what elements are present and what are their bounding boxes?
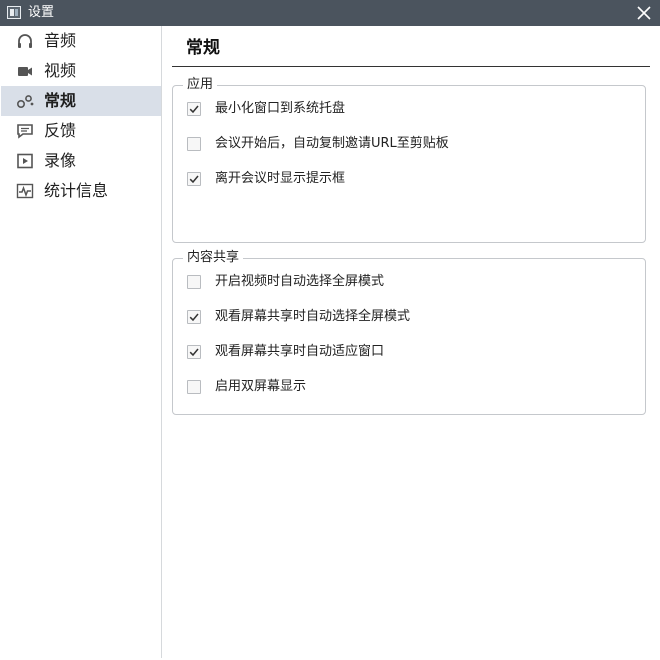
sidebar: 音频 视频 常规 反馈 录像 统计信息 (1, 26, 162, 658)
option-label: 观看屏幕共享时自动选择全屏模式 (215, 309, 411, 324)
sidebar-item-label: 视频 (44, 61, 77, 80)
settings-window: 设置 音频 视频 常规 反馈 录像 统计信息 常规 应用 最小化窗口到系统托盘 … (0, 0, 660, 660)
option-label: 离开会议时显示提示框 (215, 171, 346, 186)
checkbox[interactable] (187, 137, 201, 151)
option-label: 最小化窗口到系统托盘 (215, 101, 346, 116)
checkbox[interactable] (187, 380, 201, 394)
headphones-icon (18, 34, 32, 48)
group-content-sharing: 内容共享 开启视频时自动选择全屏模式 观看屏幕共享时自动选择全屏模式 观看屏幕共… (172, 250, 646, 415)
option-label: 启用双屏幕显示 (215, 379, 307, 394)
close-button[interactable] (634, 3, 654, 23)
title-divider (172, 66, 650, 67)
sidebar-item-label: 统计信息 (44, 181, 109, 200)
sidebar-item-audio[interactable]: 音频 (1, 26, 161, 56)
option-label: 会议开始后，自动复制邀请URL至剪贴板 (215, 136, 449, 151)
play-icon (17, 153, 33, 169)
video-camera-icon (18, 67, 32, 76)
sidebar-item-general[interactable]: 常规 (1, 86, 161, 116)
option-label: 开启视频时自动选择全屏模式 (215, 274, 385, 289)
close-icon (637, 6, 651, 20)
checkmark-icon (189, 175, 199, 184)
checkbox[interactable] (187, 172, 201, 186)
sidebar-item-label: 音频 (44, 31, 77, 50)
checkbox[interactable] (187, 310, 201, 324)
group-legend: 内容共享 (183, 250, 244, 266)
title-bar[interactable]: 设置 (0, 0, 660, 26)
page-title: 常规 (186, 38, 220, 58)
sidebar-item-video[interactable]: 视频 (1, 56, 161, 86)
checkbox[interactable] (187, 102, 201, 116)
sidebar-item-statistics[interactable]: 统计信息 (1, 176, 161, 206)
option-label: 观看屏幕共享时自动适应窗口 (215, 344, 385, 359)
checkbox[interactable] (187, 275, 201, 289)
checkmark-icon (189, 105, 199, 114)
group-application: 应用 最小化窗口到系统托盘 会议开始后，自动复制邀请URL至剪贴板 离开会议时显… (172, 77, 646, 243)
checkmark-icon (189, 313, 199, 322)
sidebar-item-label: 录像 (44, 151, 77, 170)
settings-content: 常规 应用 最小化窗口到系统托盘 会议开始后，自动复制邀请URL至剪贴板 离开会… (162, 26, 658, 658)
sidebar-item-label: 常规 (44, 91, 77, 110)
activity-pulse-icon (16, 183, 34, 199)
sidebar-item-recording[interactable]: 录像 (1, 146, 161, 176)
group-legend: 应用 (183, 77, 218, 93)
window-title: 设置 (28, 5, 55, 20)
sidebar-item-label: 反馈 (44, 121, 77, 140)
chat-bubble-icon (17, 124, 33, 139)
app-logo-icon (7, 6, 21, 19)
checkmark-icon (189, 348, 199, 357)
sidebar-item-feedback[interactable]: 反馈 (1, 116, 161, 146)
checkbox[interactable] (187, 345, 201, 359)
gears-icon (16, 95, 34, 109)
